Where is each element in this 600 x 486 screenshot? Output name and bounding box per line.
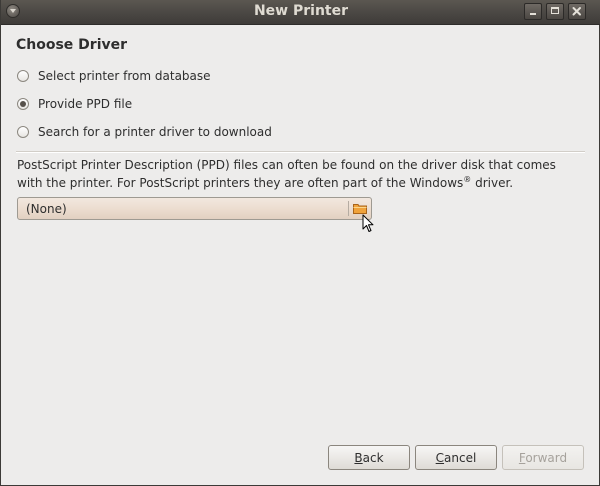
window-title: New Printer [253,3,349,19]
minimize-button[interactable] [524,3,542,20]
description-line-1: PostScript Printer Description (PPD) fil… [17,158,556,172]
option-label: Provide PPD file [38,97,133,111]
new-printer-dialog: New Printer Choose Driver Select printer… [0,0,600,486]
back-button[interactable]: Back [328,445,410,470]
radio-button-checked[interactable] [17,98,29,110]
page-title: Choose Driver [16,37,128,53]
folder-icon [353,204,367,214]
ppd-description: PostScript Printer Description (PPD) fil… [17,156,577,192]
close-button[interactable] [568,3,586,20]
close-icon [572,7,581,16]
file-chooser-value: (None) [26,202,67,216]
option-label: Search for a printer driver to download [38,125,272,139]
ppd-file-chooser-button[interactable]: (None) [17,197,372,220]
radio-button[interactable] [17,126,29,138]
file-chooser-divider [348,201,349,216]
option-select-from-database[interactable]: Select printer from database [17,68,211,84]
mouse-pointer-icon [362,214,374,232]
titlebar[interactable]: New Printer [1,0,600,25]
option-search-driver-download[interactable]: Search for a printer driver to download [17,124,272,140]
minimize-icon [530,13,536,15]
option-label: Select printer from database [38,69,211,83]
maximize-icon [551,7,559,14]
option-provide-ppd-file[interactable]: Provide PPD file [17,96,132,112]
cancel-button[interactable]: Cancel [415,445,497,470]
description-line-2: with the printer. For PostScript printer… [17,175,514,191]
maximize-button[interactable] [546,3,564,20]
radio-button[interactable] [17,70,29,82]
separator [16,151,585,153]
forward-button[interactable]: Forward [502,445,584,470]
